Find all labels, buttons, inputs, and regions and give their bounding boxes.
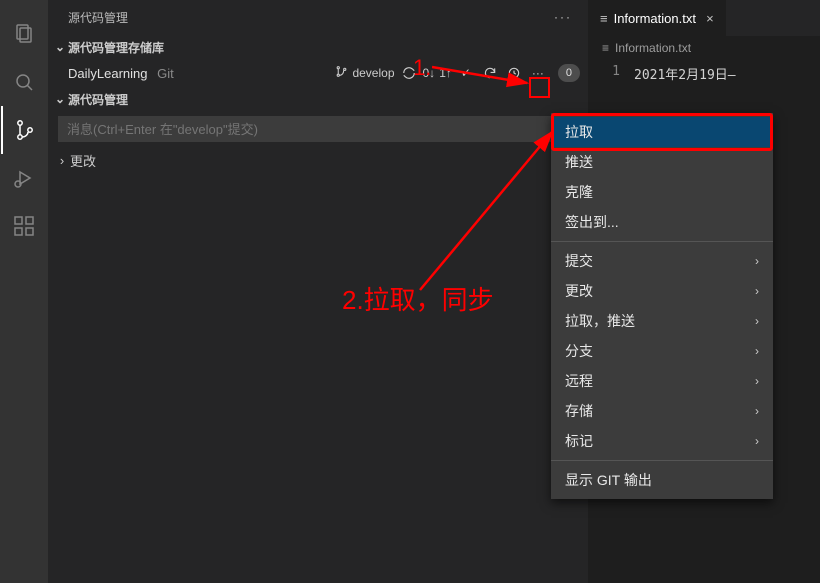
extensions-icon[interactable] xyxy=(0,202,48,250)
repo-row[interactable]: DailyLearning Git develop 0↓ 1↑ ✓ xyxy=(48,60,588,86)
section-scm[interactable]: ⌄ 源代码管理 xyxy=(48,86,588,112)
incoming-count: 0↓ xyxy=(423,66,436,80)
file-icon: ≡ xyxy=(602,41,609,55)
panel-title-text: 源代码管理 xyxy=(68,9,128,26)
menu-changes[interactable]: 更改› xyxy=(551,276,773,306)
changes-label: 更改 xyxy=(70,151,96,170)
chevron-right-icon: › xyxy=(755,344,759,358)
changes-count-badge: 0 xyxy=(558,64,580,82)
line-number: 1 xyxy=(588,64,634,83)
file-icon: ≡ xyxy=(600,11,608,26)
outgoing-count: 1↑ xyxy=(439,66,452,80)
chevron-right-icon: › xyxy=(755,314,759,328)
sync-icon[interactable] xyxy=(399,62,419,84)
repo-name: DailyLearning xyxy=(68,66,148,81)
search-icon[interactable] xyxy=(0,58,48,106)
menu-separator xyxy=(551,241,773,242)
close-tab-icon[interactable]: × xyxy=(702,11,718,26)
commit-message-input[interactable] xyxy=(58,116,578,142)
menu-clone[interactable]: 克隆 xyxy=(551,177,773,207)
chevron-down-icon: ⌄ xyxy=(52,92,68,106)
repo-more-icon[interactable]: ··· xyxy=(528,62,548,84)
code-line[interactable]: 2021年2月19日— xyxy=(634,64,736,83)
menu-separator xyxy=(551,460,773,461)
branch-name: develop xyxy=(352,66,394,80)
history-icon[interactable] xyxy=(504,62,524,84)
menu-checkout[interactable]: 签出到... xyxy=(551,207,773,237)
chevron-right-icon: › xyxy=(755,404,759,418)
menu-stash[interactable]: 存储› xyxy=(551,396,773,426)
menu-commit[interactable]: 提交› xyxy=(551,246,773,276)
chevron-right-icon: › xyxy=(54,153,70,168)
debug-icon[interactable] xyxy=(0,154,48,202)
chevron-right-icon: › xyxy=(755,284,759,298)
branch-icon xyxy=(335,65,348,81)
section-scm-label: 源代码管理 xyxy=(68,91,128,108)
menu-pull-push[interactable]: 拉取，推送› xyxy=(551,306,773,336)
refresh-icon[interactable] xyxy=(480,62,500,84)
tab-label: Information.txt xyxy=(614,11,696,26)
source-control-icon[interactable] xyxy=(1,106,47,154)
breadcrumb-label: Information.txt xyxy=(615,41,691,55)
menu-remote[interactable]: 远程› xyxy=(551,366,773,396)
repo-kind: Git xyxy=(157,66,174,81)
menu-push[interactable]: 推送 xyxy=(551,147,773,177)
chevron-right-icon: › xyxy=(755,254,759,268)
chevron-right-icon: › xyxy=(755,374,759,388)
activity-bar xyxy=(0,0,48,583)
explorer-icon[interactable] xyxy=(0,10,48,58)
chevron-right-icon: › xyxy=(755,434,759,448)
changes-row[interactable]: › 更改 xyxy=(48,148,588,172)
menu-tag[interactable]: 标记› xyxy=(551,426,773,456)
menu-show-git-output[interactable]: 显示 GIT 输出 xyxy=(551,465,773,495)
source-control-panel: 源代码管理 ··· ⌄ 源代码管理存储库 DailyLearning Git d… xyxy=(48,0,588,583)
section-repos-label: 源代码管理存储库 xyxy=(68,39,164,56)
section-repos[interactable]: ⌄ 源代码管理存储库 xyxy=(48,34,588,60)
breadcrumb[interactable]: ≡ Information.txt xyxy=(588,36,820,60)
editor-tab[interactable]: ≡ Information.txt × xyxy=(588,0,727,36)
git-context-menu: 拉取 推送 克隆 签出到... 提交› 更改› 拉取，推送› 分支› 远程› 存… xyxy=(551,113,773,499)
tab-bar: ≡ Information.txt × xyxy=(588,0,820,36)
chevron-down-icon: ⌄ xyxy=(52,40,68,54)
commit-check-icon[interactable]: ✓ xyxy=(456,62,476,84)
menu-pull[interactable]: 拉取 xyxy=(551,117,773,147)
panel-more-icon[interactable]: ··· xyxy=(554,10,572,24)
menu-branch[interactable]: 分支› xyxy=(551,336,773,366)
repo-status: develop 0↓ 1↑ ✓ ··· 0 xyxy=(335,62,580,84)
